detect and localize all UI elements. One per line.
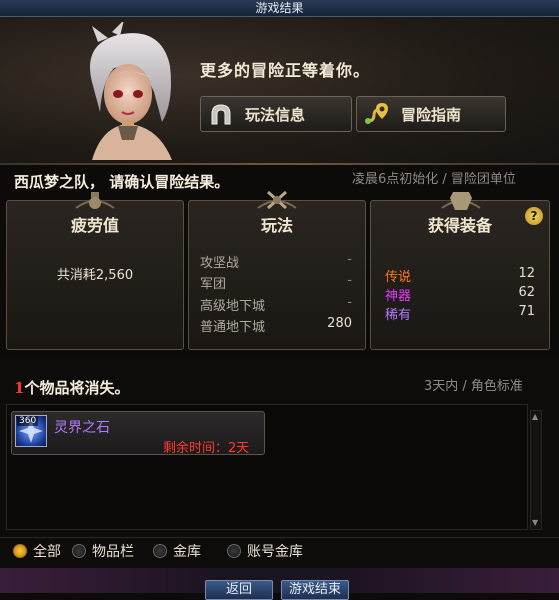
mode-title: 玩法 bbox=[260, 216, 293, 235]
mode-row-name: 军团 bbox=[200, 277, 227, 292]
radio-icon bbox=[153, 544, 167, 558]
character-portrait bbox=[90, 22, 172, 160]
mode-row-value: - bbox=[347, 252, 352, 267]
horseshoe-arch-icon bbox=[207, 100, 235, 128]
header-divider bbox=[0, 163, 559, 165]
item-remaining-time: 剩余时间：2天 bbox=[163, 441, 250, 456]
end-game-button[interactable]: 游戏结束 bbox=[281, 580, 349, 600]
reset-note: 凌晨6点初始化 / 冒险团单位 bbox=[352, 172, 516, 187]
loot-row-rare: 稀有 bbox=[385, 308, 412, 323]
filter-account-vault[interactable]: 账号金库 bbox=[227, 541, 303, 561]
help-icon[interactable]: ? bbox=[525, 207, 543, 225]
list-scrollbar[interactable]: ▲ ▼ bbox=[530, 410, 542, 530]
loot-row-value: 62 bbox=[518, 285, 535, 300]
loot-row-legendary: 传说 bbox=[385, 270, 412, 285]
mode-row-value: - bbox=[347, 295, 352, 310]
mode-row-name: 攻坚战 bbox=[200, 256, 240, 271]
gameplay-info-button[interactable]: 玩法信息 bbox=[200, 96, 352, 132]
filter-vault-label: 金库 bbox=[173, 544, 201, 560]
tagline: 更多的冒险正等着你。 bbox=[200, 61, 371, 80]
radio-icon bbox=[227, 544, 241, 558]
adventure-guide-label: 冒险指南 bbox=[401, 105, 462, 124]
scroll-down-icon[interactable]: ▼ bbox=[532, 519, 540, 527]
map-route-icon bbox=[363, 100, 391, 128]
filter-account-vault-label: 账号金库 bbox=[247, 544, 303, 560]
vanishing-title: 1个物品将消失。 bbox=[14, 377, 129, 398]
bottom-decor-strip bbox=[0, 568, 559, 593]
fatigue-consumed: 共消耗2,560 bbox=[56, 268, 134, 283]
confirm-message: 西瓜梦之队， 请确认冒险结果。 bbox=[14, 173, 230, 191]
loot-row-value: 71 bbox=[518, 304, 535, 319]
potion-emblem-icon bbox=[75, 192, 115, 209]
filter-inventory-label: 物品栏 bbox=[92, 544, 134, 560]
window-title: 游戏结果 bbox=[255, 1, 304, 15]
filter-vault[interactable]: 金库 bbox=[153, 541, 201, 561]
vanishing-right-note: 3天内 / 角色标准 bbox=[424, 379, 523, 394]
armor-emblem-icon bbox=[441, 192, 481, 210]
loot-row-value: 12 bbox=[518, 266, 535, 281]
mode-row-name: 高级地下城 bbox=[200, 299, 266, 314]
radio-icon bbox=[72, 544, 86, 558]
filter-all[interactable]: 全部 bbox=[13, 541, 61, 561]
item-name: 灵界之石 bbox=[54, 420, 110, 436]
vanishing-title-suffix: 个物品将消失。 bbox=[24, 379, 130, 397]
fatigue-title: 疲劳值 bbox=[70, 216, 119, 235]
gameplay-info-label: 玩法信息 bbox=[245, 105, 306, 124]
crossed-weapons-emblem-icon bbox=[257, 190, 297, 210]
item-badge: 360 bbox=[17, 416, 39, 426]
return-button[interactable]: 返回 bbox=[205, 580, 273, 600]
vanishing-count: 1 bbox=[14, 379, 25, 397]
loot-row-epic: 神器 bbox=[385, 289, 412, 304]
help-label: ? bbox=[530, 209, 538, 223]
scroll-up-icon[interactable]: ▲ bbox=[532, 413, 540, 421]
radio-selected-icon bbox=[13, 544, 27, 558]
mode-row-name: 普通地下城 bbox=[200, 320, 266, 335]
mode-row-value: 280 bbox=[327, 316, 352, 331]
loot-title: 获得装备 bbox=[427, 216, 492, 235]
adventure-guide-button[interactable]: 冒险指南 bbox=[356, 96, 506, 132]
filter-all-label: 全部 bbox=[33, 544, 61, 560]
window-title-bar: 游戏结果 bbox=[0, 0, 559, 17]
filter-inventory[interactable]: 物品栏 bbox=[72, 541, 134, 561]
mode-row-value: - bbox=[347, 273, 352, 288]
